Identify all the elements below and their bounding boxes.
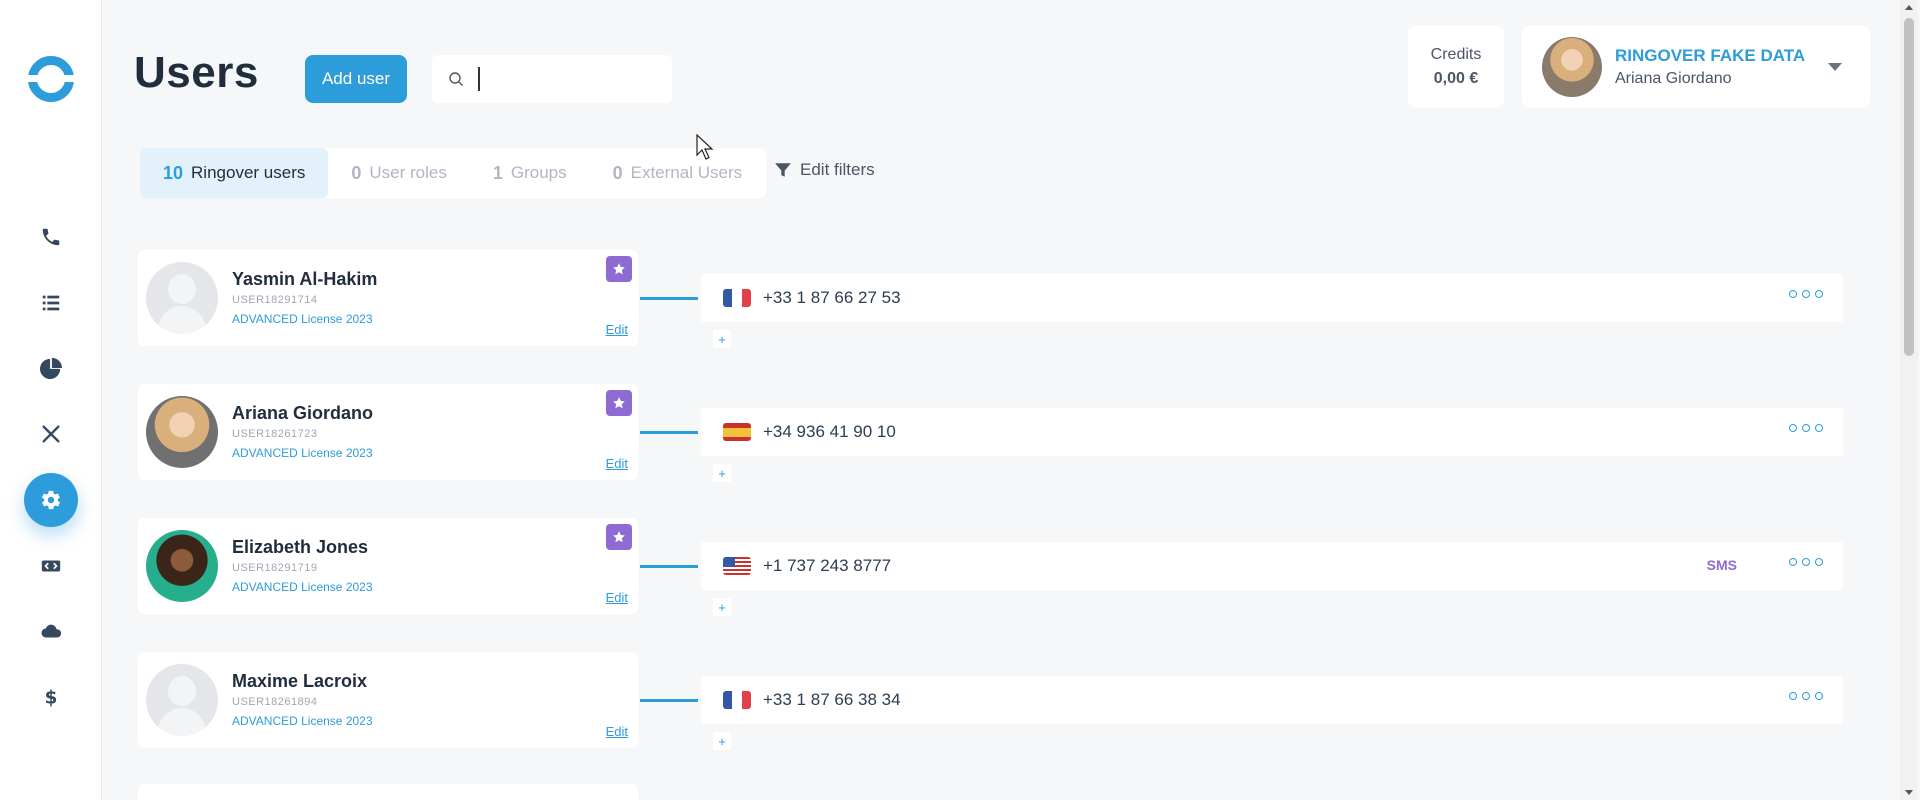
user-id: USER18291714 — [232, 294, 318, 306]
tools-icon[interactable] — [24, 407, 78, 461]
tab-external-users[interactable]: 0 External Users — [590, 148, 766, 198]
edit-user-link[interactable]: Edit — [606, 322, 628, 337]
tab-groups[interactable]: 1 Groups — [470, 148, 590, 198]
scroll-up-icon[interactable] — [1905, 5, 1913, 10]
avatar — [1542, 37, 1602, 97]
user-card[interactable]: Yasmin Al-Hakim USER18291714 ADVANCED Li… — [138, 250, 638, 346]
credits-card[interactable]: Credits 0,00 € — [1408, 26, 1504, 108]
tab-user-roles[interactable]: 0 User roles — [328, 148, 469, 198]
add-number-button[interactable]: + — [713, 464, 731, 482]
search-input[interactable] — [482, 70, 642, 88]
user-name: Yasmin Al-Hakim — [232, 269, 378, 289]
add-number-button[interactable]: + — [713, 598, 731, 616]
edit-filters-label: Edit filters — [800, 160, 875, 179]
search-box[interactable] — [432, 55, 672, 103]
phone-number-box[interactable]: +33 1 87 66 27 53 — [701, 274, 1843, 322]
account-company: RINGOVER FAKE DATA — [1615, 46, 1806, 65]
user-license: ADVANCED License 2023 — [232, 714, 373, 728]
user-card[interactable]: Elizabeth Jones USER18291719 ADVANCED Li… — [138, 518, 638, 614]
connector-line — [640, 297, 698, 300]
more-options-icon[interactable] — [1789, 424, 1823, 432]
page-title: Users — [134, 48, 259, 97]
cloud-icon[interactable] — [24, 605, 78, 659]
filter-icon — [775, 163, 791, 177]
user-row: Ariana Giordano USER18261723 ADVANCED Li… — [138, 384, 1844, 482]
svg-text:$: $ — [45, 687, 58, 708]
sms-badge: SMS — [1706, 557, 1737, 573]
user-tabs: 10 Ringover users 0 User roles 1 Groups 0 Ex… — [140, 148, 766, 198]
edit-user-link[interactable]: Edit — [606, 724, 628, 739]
user-card[interactable]: Ariana Giordano USER18261723 ADVANCED Li… — [138, 384, 638, 480]
dollar-icon[interactable]: $ — [24, 670, 78, 724]
account-user-name: Ariana Giordano — [1615, 70, 1732, 87]
phone-number: +1 737 243 8777 — [763, 556, 892, 575]
user-name: Elizabeth Jones — [232, 537, 369, 557]
user-row: Yasmin Al-Hakim USER18291714 ADVANCED Li… — [138, 250, 1844, 348]
edit-user-link[interactable]: Edit — [606, 590, 628, 605]
user-id: USER18291719 — [232, 562, 318, 574]
phone-number: +33 1 87 66 27 53 — [763, 288, 901, 307]
france-flag-icon — [723, 691, 751, 709]
credits-value: 0,00 € — [1433, 70, 1479, 87]
gear-icon[interactable] — [24, 473, 78, 527]
account-menu[interactable]: RINGOVER FAKE DATA Ariana Giordano — [1522, 26, 1870, 108]
pie-chart-icon[interactable] — [24, 341, 78, 395]
avatar — [146, 262, 218, 334]
user-row: Elizabeth Jones USER18291719 ADVANCED Li… — [138, 518, 1844, 616]
phone-number-box[interactable]: +33 1 87 66 38 34 — [701, 676, 1843, 724]
ringover-logo[interactable] — [25, 56, 77, 102]
user-id: USER18261894 — [232, 696, 318, 708]
user-license: ADVANCED License 2023 — [232, 312, 373, 326]
avatar — [146, 530, 218, 602]
chevron-down-icon[interactable] — [1828, 63, 1842, 71]
user-license: ADVANCED License 2023 — [232, 580, 373, 594]
usa-flag-icon — [723, 557, 751, 575]
france-flag-icon — [723, 289, 751, 307]
scroll-down-icon[interactable] — [1905, 790, 1913, 795]
connector-line — [640, 565, 698, 568]
user-id: USER18261723 — [232, 428, 318, 440]
edit-filters-button[interactable]: Edit filters — [774, 160, 875, 180]
user-name: Maxime Lacroix — [232, 671, 368, 691]
tab-ringover-users[interactable]: 10 Ringover users — [140, 148, 329, 198]
avatar — [146, 664, 218, 736]
phone-number: +33 1 87 66 38 34 — [763, 690, 901, 709]
code-icon[interactable] — [24, 539, 78, 593]
connector-line — [640, 699, 698, 702]
credits-label: Credits — [1430, 46, 1482, 63]
search-icon — [449, 72, 463, 86]
more-options-icon[interactable] — [1789, 692, 1823, 700]
admin-star-icon — [606, 524, 632, 550]
phone-number-box[interactable]: +34 936 41 90 10 — [701, 408, 1843, 456]
add-user-button[interactable]: Add user — [305, 55, 407, 103]
user-license: ADVANCED License 2023 — [232, 446, 373, 460]
scrollbar-thumb[interactable] — [1904, 18, 1914, 356]
avatar — [146, 396, 218, 468]
more-options-icon[interactable] — [1789, 290, 1823, 298]
sidebar: $ — [0, 0, 102, 800]
more-options-icon[interactable] — [1789, 558, 1823, 566]
admin-star-icon — [606, 256, 632, 282]
user-card[interactable]: Maxime Lacroix USER18261894 ADVANCED Lic… — [138, 652, 638, 748]
edit-user-link[interactable]: Edit — [606, 456, 628, 471]
connector-line — [640, 431, 698, 434]
phone-icon[interactable] — [24, 210, 78, 264]
admin-star-icon — [606, 390, 632, 416]
mouse-cursor-icon — [696, 134, 714, 160]
user-card[interactable] — [138, 784, 638, 800]
scrollbar[interactable] — [1900, 0, 1918, 800]
add-number-button[interactable]: + — [713, 330, 731, 348]
add-number-button[interactable]: + — [713, 732, 731, 750]
user-name: Ariana Giordano — [232, 403, 374, 423]
user-row: Maxime Lacroix USER18261894 ADVANCED Lic… — [138, 652, 1844, 750]
phone-number-box[interactable]: +1 737 243 8777 SMS — [701, 542, 1843, 590]
list-icon[interactable] — [24, 276, 78, 330]
spain-flag-icon — [723, 423, 751, 441]
phone-number: +34 936 41 90 10 — [763, 422, 896, 441]
text-caret — [478, 67, 480, 91]
